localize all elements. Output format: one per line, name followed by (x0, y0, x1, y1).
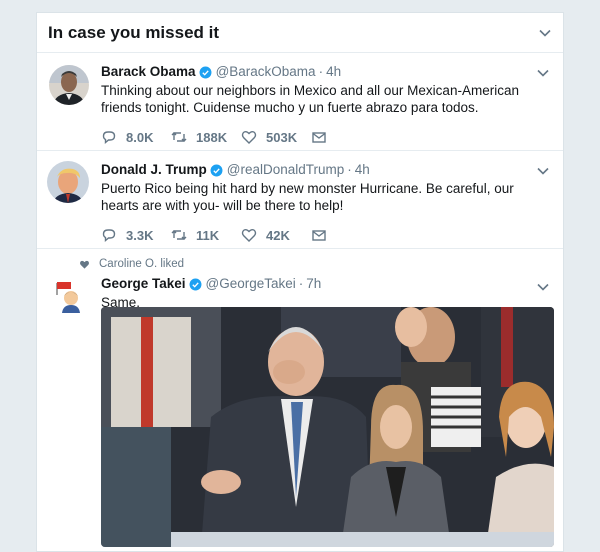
module-header: In case you missed it (37, 13, 563, 53)
separator-dot: · (298, 276, 304, 291)
social-context-text[interactable]: Caroline O. liked (99, 258, 184, 270)
separator-dot: · (318, 64, 324, 79)
like-icon (241, 131, 257, 144)
tweet[interactable]: Donald J. Trump @realDonaldTrump · 4h Pu… (37, 151, 563, 249)
direct-message-button[interactable] (311, 129, 336, 145)
like-count: 503K (266, 129, 298, 145)
tweet-header: George Takei @GeorgeTakei · 7h (101, 275, 551, 293)
timeline-module: In case you missed it Barack Obama @Bara… (36, 12, 564, 552)
user-handle[interactable]: @realDonaldTrump (227, 161, 345, 179)
tweet-photo[interactable] (101, 307, 554, 547)
reply-button[interactable]: 8.0K (101, 129, 171, 145)
separator-dot: · (347, 162, 352, 177)
tweet-text: Puerto Rico being hit hard by new monste… (101, 181, 514, 213)
tweet-header: Donald J. Trump @realDonaldTrump · 4h (101, 161, 551, 179)
user-handle[interactable]: @BarackObama (216, 63, 316, 81)
reply-count: 3.3K (126, 227, 154, 243)
like-icon (241, 229, 257, 242)
retweet-button[interactable]: 11K (171, 227, 241, 243)
tweet-actions: 3.3K 11K 42K (101, 227, 551, 243)
retweet-count: 11K (196, 227, 220, 243)
tweet-header: Barack Obama @BarackObama · 4h (101, 63, 551, 81)
tweet-menu-chevron-icon[interactable] (537, 283, 549, 291)
social-context: Caroline O. liked (79, 257, 551, 271)
avatar[interactable] (49, 65, 89, 105)
tweet-actions: 8.0K 188K 503K (101, 129, 551, 145)
reply-icon (102, 131, 116, 144)
avatar[interactable] (47, 161, 89, 203)
verified-badge-icon (210, 164, 223, 176)
direct-message-icon (312, 230, 326, 241)
timestamp[interactable]: 4h (355, 161, 370, 179)
retweet-icon (171, 230, 187, 240)
display-name[interactable]: Barack Obama (101, 63, 196, 81)
verified-badge-icon (189, 278, 202, 290)
direct-message-icon (312, 132, 326, 143)
avatar[interactable] (53, 279, 87, 313)
like-count: 42K (266, 227, 290, 243)
like-button[interactable]: 42K (241, 227, 311, 243)
reply-count: 8.0K (126, 129, 154, 145)
tweet-menu-chevron-icon[interactable] (537, 167, 549, 175)
user-handle[interactable]: @GeorgeTakei (206, 275, 296, 293)
heart-filled-icon (80, 260, 89, 269)
timestamp[interactable]: 7h (306, 275, 321, 293)
tweet[interactable]: Barack Obama @BarackObama · 4h Thinking … (37, 53, 563, 151)
timestamp[interactable]: 4h (326, 63, 341, 81)
display-name[interactable]: Donald J. Trump (101, 161, 207, 179)
reply-icon (102, 229, 116, 242)
display-name[interactable]: George Takei (101, 275, 186, 293)
direct-message-button[interactable] (311, 227, 336, 243)
retweet-button[interactable]: 188K (171, 129, 241, 145)
reply-button[interactable]: 3.3K (101, 227, 171, 243)
tweet-text: Thinking about our neighbors in Mexico a… (101, 83, 519, 115)
verified-badge-icon (199, 66, 212, 78)
module-title: In case you missed it (48, 22, 220, 42)
tweet-menu-chevron-icon[interactable] (537, 69, 549, 77)
like-button[interactable]: 503K (241, 129, 311, 145)
retweet-count: 188K (196, 129, 228, 145)
retweet-icon (171, 132, 187, 142)
chevron-down-icon[interactable] (539, 29, 551, 37)
tweet[interactable]: Caroline O. liked George Takei @GeorgeTa… (37, 249, 563, 551)
